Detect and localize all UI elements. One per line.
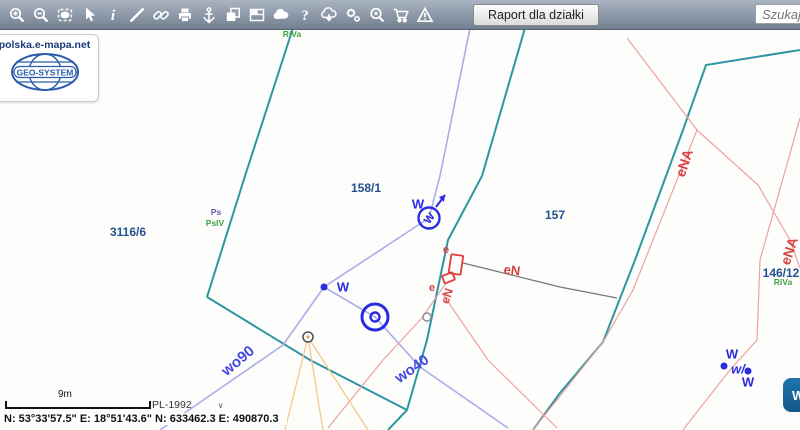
- warning-icon[interactable]: [416, 5, 434, 24]
- water-pipe-label-wo40: wo40: [392, 351, 432, 386]
- pole-symbol: [303, 313, 431, 342]
- service-line: [463, 263, 617, 298]
- download-cloud-icon[interactable]: [320, 5, 338, 24]
- main-toolbar: i ? Raport dla działki: [0, 0, 800, 30]
- crs-label: PL-1992: [152, 399, 192, 411]
- site-logo[interactable]: polska.e-mapa.net GEO-SYSTEM: [0, 34, 99, 102]
- logo-domain-text: polska.e-mapa.net: [0, 39, 98, 51]
- crs-selector[interactable]: PL-1992 ∨: [152, 399, 224, 411]
- water-symbols: W: [321, 195, 752, 375]
- anchor-icon[interactable]: [200, 5, 218, 24]
- water-point-label-w1: W: [337, 280, 349, 295]
- parcel-boundary-lines: [207, 28, 800, 430]
- svg-text:?: ?: [301, 8, 309, 24]
- power-label-en2: eN: [503, 262, 521, 279]
- power-label-ena2: eNA: [777, 235, 800, 267]
- report-for-parcel-button[interactable]: Raport dla działki: [473, 4, 599, 26]
- water-point-label-w2: W: [412, 197, 424, 212]
- map-canvas[interactable]: W 3116/6 158/1 157 146/12 RiVa Ps PsIV R…: [0, 0, 800, 430]
- power-label-e2: e: [429, 282, 435, 294]
- water-point-label-w3: W: [726, 347, 738, 362]
- landuse-label-psiv: PsIV: [206, 218, 224, 228]
- parcel-label-158-1: 158/1: [351, 181, 381, 195]
- guy-wires: [285, 337, 368, 430]
- scalebar: [5, 401, 151, 409]
- logo-brand-text: GEO-SYSTEM: [16, 68, 73, 78]
- search-details-icon[interactable]: [368, 5, 386, 24]
- parcel-label-157: 157: [545, 208, 565, 222]
- copy-icon[interactable]: [224, 5, 242, 24]
- search-input[interactable]: [755, 4, 800, 24]
- layout-icon[interactable]: [248, 5, 266, 24]
- power-label-en1: eN: [438, 287, 456, 306]
- cloud-icon[interactable]: [272, 5, 290, 24]
- select-area-icon[interactable]: [56, 5, 74, 24]
- cart-icon[interactable]: [392, 5, 410, 24]
- power-label-ena1: eNA: [672, 147, 696, 179]
- coordinates-readout: N: 53°33'57.5" E: 18°51'43.6" N: 633462.…: [4, 413, 287, 425]
- geo-system-globe-icon: GEO-SYSTEM: [6, 51, 84, 93]
- svg-text:W: W: [422, 210, 438, 226]
- power-label-e1: e: [443, 244, 449, 256]
- action-button[interactable]: W: [783, 378, 800, 412]
- pointer-icon[interactable]: [80, 5, 98, 24]
- landuse-label-ps: Ps: [211, 207, 221, 217]
- landuse-label-riva-right: RiVa: [774, 277, 792, 287]
- water-point-label-w4: w/: [731, 362, 745, 377]
- power-cabinet-symbols: [442, 254, 463, 283]
- water-point-label-w5: W: [742, 375, 754, 390]
- scalebar-label: 9m: [58, 389, 72, 400]
- link-icon[interactable]: [152, 5, 170, 24]
- chevron-down-icon: ∨: [218, 401, 224, 410]
- water-lines: [160, 28, 508, 430]
- print-icon[interactable]: [176, 5, 194, 24]
- help-icon[interactable]: ?: [296, 5, 314, 24]
- svg-text:i: i: [111, 8, 116, 24]
- measure-icon[interactable]: [128, 5, 146, 24]
- map-lines-layer: W: [0, 0, 800, 430]
- landuse-label-riva-top: RiVa: [283, 29, 301, 39]
- zoom-in-icon[interactable]: [8, 5, 26, 24]
- info-icon[interactable]: i: [104, 5, 122, 24]
- zoom-out-icon[interactable]: [32, 5, 50, 24]
- power-lines: [328, 38, 800, 430]
- settings-gears-icon[interactable]: [344, 5, 362, 24]
- parcel-label-3116-6: 3116/6: [110, 225, 146, 239]
- palette-icon[interactable]: [440, 5, 458, 24]
- parcel-label-146-12: 146/12: [763, 266, 800, 280]
- water-pipe-label-wo90: wo90: [218, 342, 258, 379]
